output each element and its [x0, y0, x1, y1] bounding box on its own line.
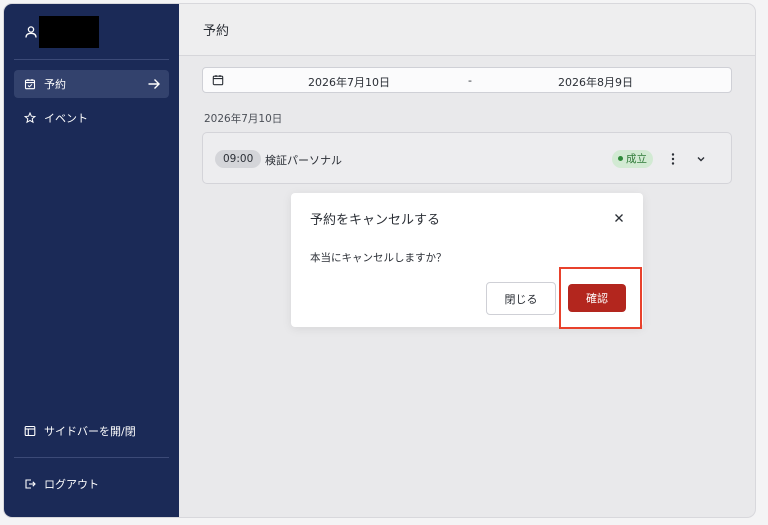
page-header: 予約 — [179, 4, 755, 56]
sidebar-panel-icon — [24, 425, 36, 437]
date-range-picker[interactable]: 2026年7月10日 - 2026年8月9日 — [202, 67, 732, 93]
logout-label: ログアウト — [44, 478, 99, 491]
arrow-right-icon — [148, 79, 160, 89]
cancel-reservation-dialog: 予約をキャンセルする 本当にキャンセルしますか？ 閉じる 確認 — [291, 193, 643, 327]
reservation-title: 検証パーソナル — [265, 154, 342, 167]
star-icon — [24, 112, 36, 124]
status-label: 成立 — [626, 153, 647, 165]
calendar-check-icon — [24, 79, 36, 90]
close-icon[interactable] — [613, 212, 625, 224]
sidebar-item-label: 予約 — [44, 78, 66, 91]
calendar-icon — [212, 75, 224, 86]
confirm-button[interactable]: 確認 — [568, 284, 626, 312]
sidebar-item-reservations[interactable]: 予約 — [14, 70, 169, 98]
sidebar: 予約 イベント サイドバーを開/閉 ログアウト — [4, 4, 179, 517]
close-dialog-button[interactable]: 閉じる — [486, 282, 556, 315]
date-separator: - — [468, 74, 472, 87]
end-date: 2026年8月9日 — [558, 76, 633, 89]
date-group-label: 2026年7月10日 — [204, 113, 283, 125]
sidebar-item-events[interactable]: イベント — [14, 104, 169, 132]
logout-icon — [25, 479, 36, 489]
sidebar-item-label: イベント — [44, 112, 88, 125]
status-dot — [618, 155, 623, 161]
reservation-card[interactable]: 09:00 検証パーソナル 成立 — [202, 132, 732, 184]
status-badge: 成立 — [612, 150, 653, 168]
dialog-message: 本当にキャンセルしますか？ — [310, 252, 447, 264]
more-options-icon[interactable] — [667, 151, 679, 167]
time-badge: 09:00 — [215, 150, 262, 168]
chevron-down-icon[interactable] — [695, 153, 707, 165]
sidebar-toggle-button[interactable]: サイドバーを開/閉 — [14, 417, 169, 445]
sidebar-toggle-label: サイドバーを開/閉 — [44, 425, 136, 438]
logout-button[interactable]: ログアウト — [14, 470, 169, 498]
sidebar-divider — [14, 59, 169, 60]
page-title: 予約 — [203, 24, 230, 39]
user-icon — [25, 25, 37, 38]
start-date: 2026年7月10日 — [308, 76, 390, 89]
redacted-username — [39, 16, 99, 48]
sidebar-divider — [14, 457, 169, 458]
app-window: 予約 イベント サイドバーを開/閉 ログアウト 予約 2026年7月10日 - … — [4, 4, 755, 517]
dialog-title: 予約をキャンセルする — [310, 213, 441, 228]
